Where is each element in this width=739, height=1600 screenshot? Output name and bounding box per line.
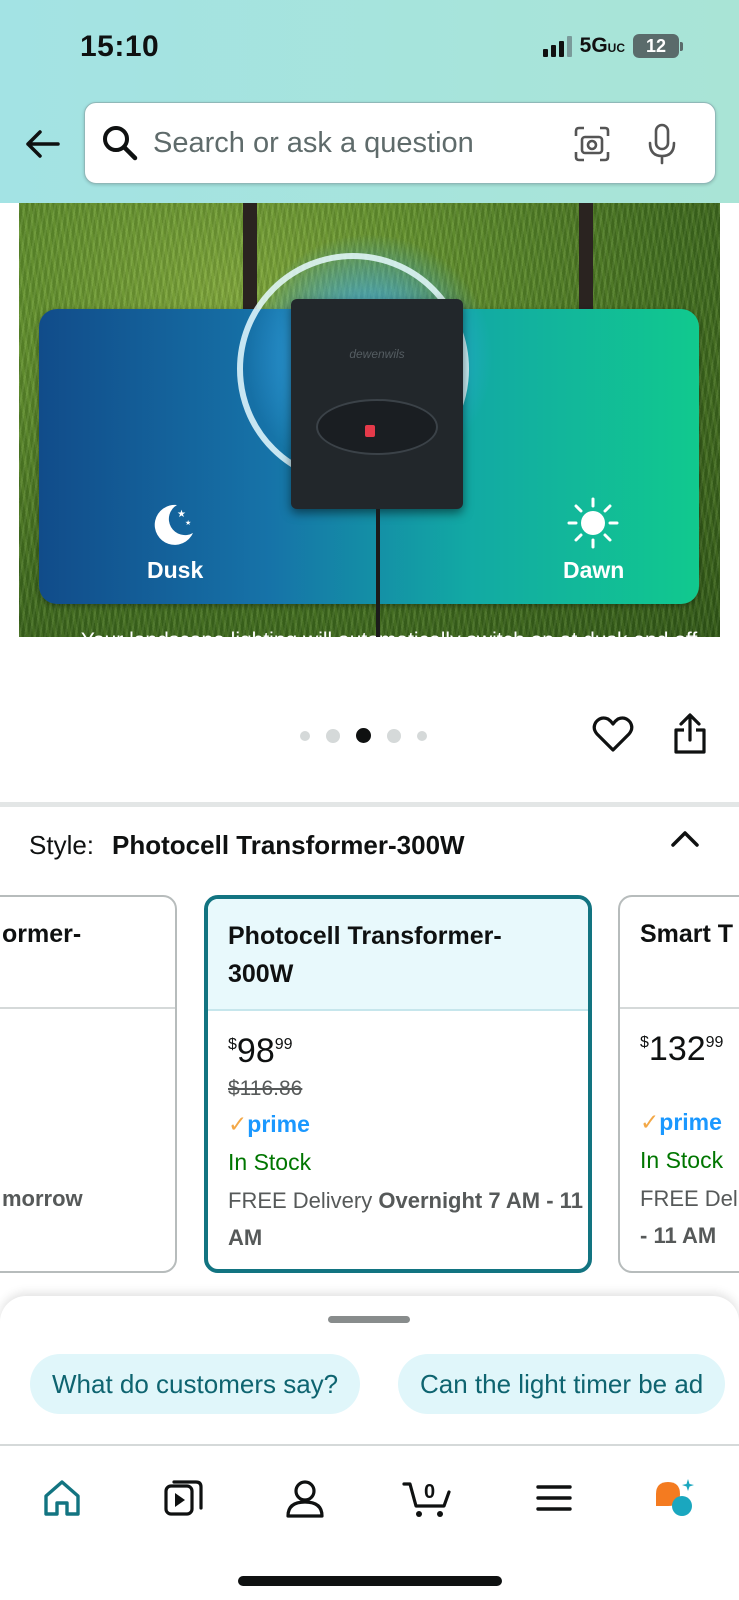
style-option-title: Photocell Transformer-300W [228,922,502,988]
search-icon [103,126,138,161]
carousel-dot-active[interactable] [356,728,371,743]
prime-badge: ✓prime [640,1109,722,1135]
chevron-up-icon[interactable] [668,826,702,852]
sheet-handle[interactable] [328,1316,410,1323]
transformer-device: dewenwils [291,299,463,509]
camera-search-icon[interactable] [573,125,611,163]
account-icon[interactable] [283,1476,327,1520]
menu-icon[interactable] [532,1476,576,1520]
delivery-info: morrow [2,1186,83,1211]
sun-icon [567,497,619,549]
carousel-dot[interactable] [326,728,340,743]
section-divider [0,802,739,807]
product-page: 15:10 5GUC 12 Search or ask a question ★… [0,0,739,1600]
feature-caption: Your landscape lighting will automatical… [79,627,699,637]
style-value: Photocell Transformer-300W [112,830,465,860]
question-chip[interactable]: What do customers say? [30,1354,361,1414]
header: 15:10 5GUC 12 [0,0,739,203]
cart-icon[interactable]: 0 [402,1476,454,1520]
price: $13299 [640,1030,724,1068]
video-icon[interactable] [162,1476,206,1520]
device-display [316,399,438,455]
status-time: 15:10 [80,30,160,63]
dawn-label: Dawn [563,557,625,583]
list-price: $116.86 [228,1077,303,1100]
share-icon[interactable] [672,712,708,756]
style-option-title: Smart T [640,920,734,948]
dusk-label: Dusk [147,557,204,583]
style-option-card[interactable]: Smart T $13299 ✓prime In Stock FREE Deli… [618,895,739,1273]
battery-icon: 12 [633,34,683,58]
home-icon[interactable] [40,1476,84,1520]
rufus-assistant-icon[interactable] [652,1476,696,1520]
delivery-info: FREE Deli - 11 AM [640,1186,739,1248]
search-bar[interactable] [84,102,716,184]
stock-status: In Stock [228,1149,312,1175]
style-option-card-selected[interactable]: Photocell Transformer-300W $9899 $116.86… [204,895,592,1273]
status-indicators: 5GUC 12 [542,34,683,58]
delivery-info: FREE Delivery Overnight 7 AM - 11 AM [228,1188,583,1250]
style-key: Style: [29,830,95,860]
carousel-dot[interactable] [387,728,401,743]
carousel-dot[interactable] [417,730,427,741]
stock-status: In Stock [640,1147,724,1173]
battery-level: 12 [633,34,679,58]
network-label: 5GUC [579,34,625,57]
prime-badge: ✓prime [228,1111,310,1137]
signal-icon [542,35,572,57]
home-indicator [238,1576,502,1586]
cart-count: 0 [424,1481,435,1503]
svg-text:★: ★ [185,519,191,527]
question-chip[interactable]: Can the light timer be ad [398,1354,726,1414]
moon-icon: ★ ★ [154,504,193,545]
search-input[interactable] [153,126,543,160]
style-option-title: ormer- [2,920,82,948]
product-image[interactable]: ★ ★ Dusk Dawn Your landscape lighting wi… [19,203,720,637]
price: $9899 [228,1032,293,1070]
style-selector-label: Style: Photocell Transformer-300W [29,830,465,861]
bottom-nav: 0 [0,1444,739,1600]
heart-icon[interactable] [592,714,634,754]
device-brand: dewenwils [349,347,405,361]
back-arrow-icon[interactable] [22,124,62,164]
style-option-card[interactable]: ormer- morrow [0,895,177,1273]
microphone-icon[interactable] [647,123,677,165]
carousel-dot[interactable] [300,730,310,741]
ask-sheet: What do customers say? Can the light tim… [0,1296,739,1444]
carousel-dots[interactable] [300,728,427,743]
svg-text:★: ★ [177,509,186,520]
